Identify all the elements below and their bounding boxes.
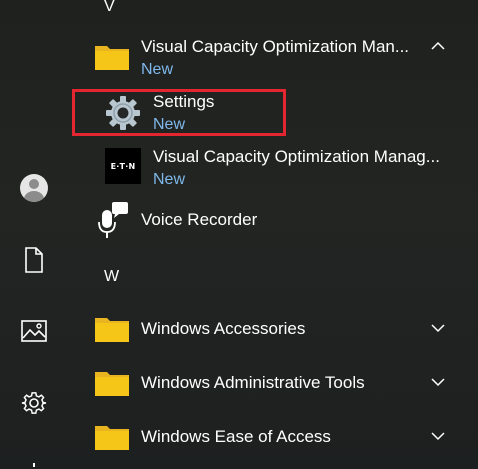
app-title: Voice Recorder xyxy=(141,210,258,229)
app-title: Windows Ease of Access xyxy=(141,427,331,446)
app-title: Visual Capacity Optimization Manag... xyxy=(153,147,440,166)
app-folder-windows-accessories[interactable]: Windows Accessories xyxy=(86,304,478,352)
eaton-logo-text: E·T·N xyxy=(105,148,141,184)
app-folder-visual-capacity[interactable]: Visual Capacity Optimization Man... New xyxy=(86,30,478,84)
folder-icon xyxy=(94,312,130,344)
microphone-icon xyxy=(94,200,130,240)
section-letter-v[interactable]: V xyxy=(104,0,115,16)
start-left-rail xyxy=(0,0,70,469)
app-title: Windows Administrative Tools xyxy=(141,373,365,392)
new-badge: New xyxy=(141,61,174,78)
chevron-up-icon[interactable] xyxy=(430,38,446,54)
highlight-box xyxy=(72,89,286,136)
app-folder-windows-admin-tools[interactable]: Windows Administrative Tools xyxy=(86,358,478,406)
chevron-down-icon[interactable] xyxy=(430,428,446,444)
rail-indicator xyxy=(33,463,35,467)
user-avatar xyxy=(20,174,48,202)
new-badge: New xyxy=(153,171,186,188)
folder-icon xyxy=(94,366,130,398)
chevron-down-icon[interactable] xyxy=(430,374,446,390)
app-title: Visual Capacity Optimization Man... xyxy=(141,37,410,56)
eaton-logo-icon: E·T·N xyxy=(105,148,141,184)
app-folder-windows-ease-of-access[interactable]: Windows Ease of Access xyxy=(86,412,478,460)
app-visual-capacity-manager[interactable]: E·T·N Visual Capacity Optimization Manag… xyxy=(86,142,478,192)
app-list: V Visual Capacity Optimization Man... Ne… xyxy=(72,0,478,469)
pictures-button[interactable] xyxy=(12,309,56,353)
section-letter-w[interactable]: W xyxy=(104,268,119,286)
picture-icon xyxy=(21,320,47,342)
chevron-down-icon[interactable] xyxy=(430,320,446,336)
app-voice-recorder[interactable]: Voice Recorder xyxy=(86,198,478,244)
settings-button[interactable] xyxy=(12,381,56,425)
user-account-button[interactable] xyxy=(12,166,56,210)
app-title: Windows Accessories xyxy=(141,319,306,338)
document-icon xyxy=(25,247,43,273)
gear-icon xyxy=(21,392,47,414)
folder-icon xyxy=(94,40,130,72)
folder-icon xyxy=(94,420,130,452)
documents-button[interactable] xyxy=(12,238,56,282)
